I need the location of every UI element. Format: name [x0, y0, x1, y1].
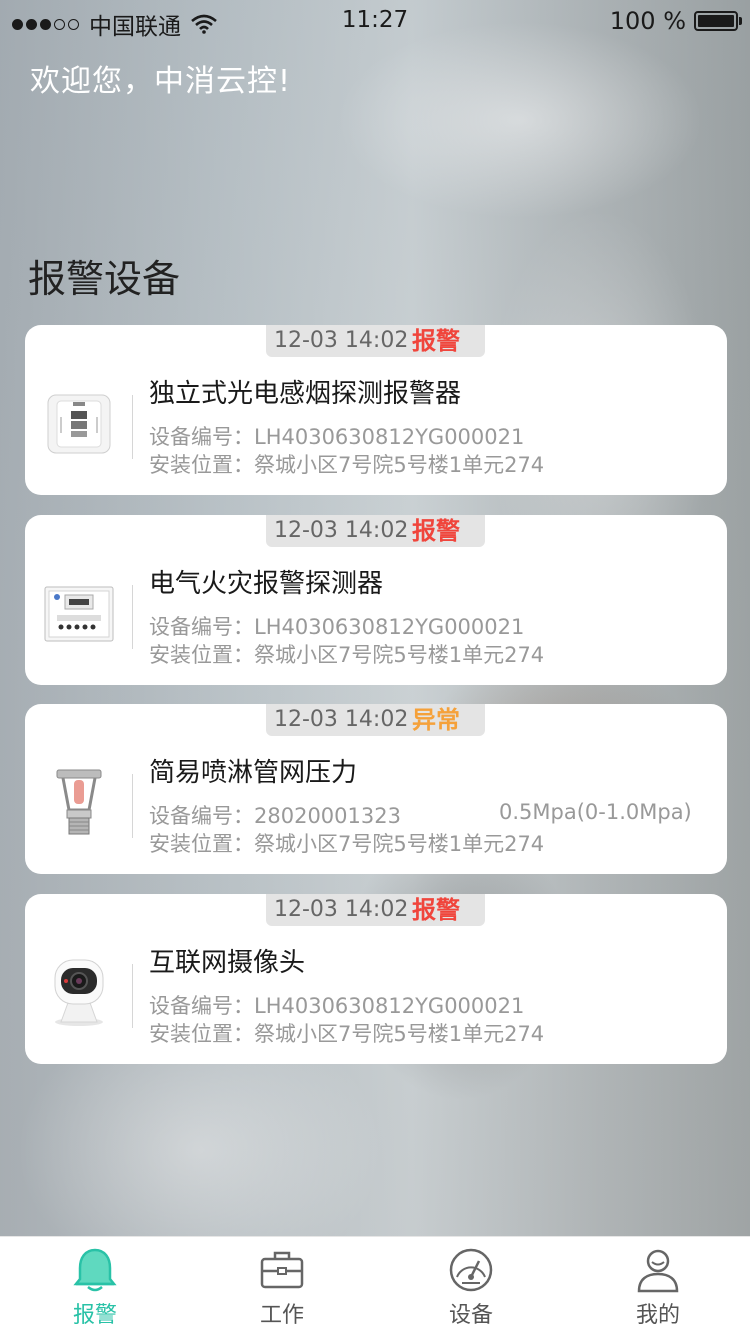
tab-work[interactable]: 工作: [232, 1237, 332, 1335]
divider: [132, 964, 133, 1028]
alarm-time: 12-03 14:02: [274, 518, 409, 543]
alarm-tag: 12-03 14:02 异常: [266, 704, 485, 736]
device-number: 设备编号：LH4030630812YG000021: [149, 615, 525, 639]
battery-icon: [694, 11, 742, 31]
alarm-status: 报警: [412, 517, 460, 545]
alarm-status: 异常: [412, 706, 460, 734]
alarm-status: 报警: [412, 327, 460, 355]
sprinkler-head-icon: [56, 769, 102, 835]
gauge-icon: [449, 1248, 493, 1292]
device-name: 简易喷淋管网压力: [149, 758, 358, 788]
alarm-device-card[interactable]: 12-03 14:02 报警 电气火灾报警探测器 设备编号：LH40306308…: [25, 515, 727, 685]
install-location: 安装位置：祭城小区7号院5号楼1单元274: [149, 1022, 545, 1046]
battery-percent: 100 %: [609, 7, 686, 35]
bell-icon: [73, 1248, 117, 1292]
alarm-time: 12-03 14:02: [274, 897, 409, 922]
divider: [132, 774, 133, 838]
alarm-device-card[interactable]: 12-03 14:02 报警 独立式光电感烟探测报警器 设备编号：LH40306…: [25, 325, 727, 495]
alarm-time: 12-03 14:02: [274, 707, 409, 732]
tab-alarm[interactable]: 报警: [45, 1237, 145, 1335]
install-location: 安装位置：祭城小区7号院5号楼1单元274: [149, 643, 545, 667]
alarm-device-card[interactable]: 12-03 14:02 异常 简易喷淋管网压力 设备编号：28020001323…: [25, 704, 727, 874]
device-number: 设备编号：LH4030630812YG000021: [149, 994, 525, 1018]
device-name: 电气火灾报警探测器: [149, 569, 384, 599]
install-location: 安装位置：祭城小区7号院5号楼1单元274: [149, 832, 545, 856]
tab-label: 设备: [448, 1303, 493, 1328]
device-name: 独立式光电感烟探测报警器: [149, 379, 462, 409]
divider: [132, 395, 133, 459]
tab-label: 报警: [72, 1303, 117, 1328]
tab-bar: 报警 工作 设备 我的: [0, 1236, 750, 1335]
alarm-device-card[interactable]: 12-03 14:02 报警 互联网摄像头 设备编号：LH4030630812Y…: [25, 894, 727, 1064]
section-title: 报警设备: [28, 257, 181, 301]
tab-devices[interactable]: 设备: [421, 1237, 521, 1335]
tab-mine[interactable]: 我的: [608, 1237, 708, 1335]
divider: [132, 585, 133, 649]
alarm-tag: 12-03 14:02 报警: [266, 515, 485, 547]
alarm-status: 报警: [412, 896, 460, 924]
status-bar: 中国联通 11:27 100 %: [0, 0, 750, 42]
alarm-tag: 12-03 14:02 报警: [266, 894, 485, 926]
tab-label: 我的: [635, 1303, 680, 1328]
welcome-message: 欢迎您，中消云控!: [30, 64, 292, 99]
device-name: 互联网摄像头: [149, 948, 306, 978]
smoke-detector-icon: [47, 394, 111, 454]
pressure-reading: 0.5Mpa(0-1.0Mpa): [499, 800, 692, 824]
tab-label: 工作: [259, 1303, 304, 1328]
install-location: 安装位置：祭城小区7号院5号楼1单元274: [149, 453, 545, 477]
electrical-fire-detector-icon: [44, 586, 114, 642]
alarm-tag: 12-03 14:02 报警: [266, 325, 485, 357]
alarm-time: 12-03 14:02: [274, 328, 409, 353]
device-number: 设备编号：LH4030630812YG000021: [149, 425, 525, 449]
camera-icon: [54, 959, 104, 1026]
device-number: 设备编号：28020001323: [149, 804, 401, 828]
briefcase-icon: [260, 1251, 304, 1289]
user-icon: [637, 1249, 679, 1293]
